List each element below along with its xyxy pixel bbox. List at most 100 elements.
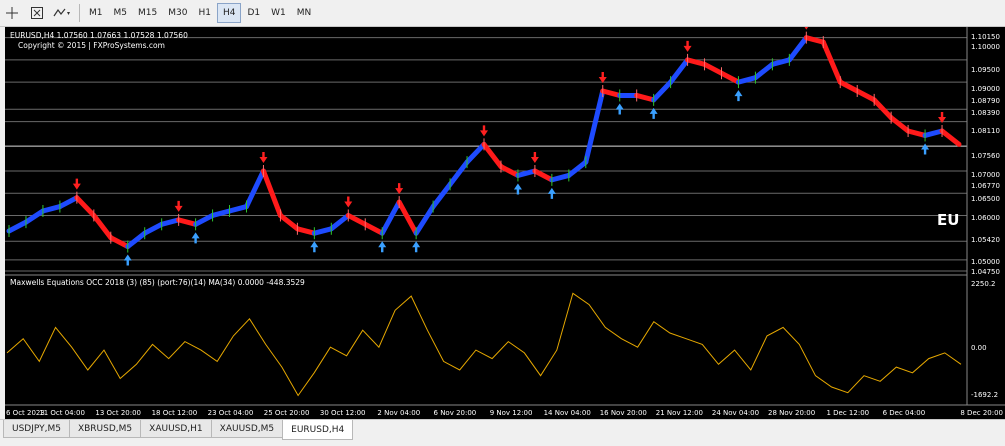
price-segment (464, 141, 487, 165)
price-segment (40, 204, 63, 214)
sell-arrow-icon (683, 40, 692, 52)
time-tick: 6 Dec 04:00 (883, 409, 926, 417)
indicator-tick: 0.00 (971, 344, 987, 352)
time-tick: 23 Oct 04:00 (208, 409, 254, 417)
buy-arrow-icon (310, 241, 319, 253)
price-segment (769, 57, 792, 67)
time-tick: 6 Nov 20:00 (434, 409, 477, 417)
price-segment (227, 204, 249, 214)
buy-arrow-icon (921, 143, 930, 155)
period-h1[interactable]: H1 (193, 3, 216, 23)
price-tick: 1.06500 (971, 195, 1000, 203)
tab-usdjpy-m5[interactable]: USDJPY,M5 (3, 420, 70, 438)
price-segment (702, 61, 724, 76)
price-segment (142, 221, 165, 236)
period-m5[interactable]: M5 (109, 3, 133, 23)
time-tick: 30 Oct 12:00 (320, 409, 366, 417)
time-axis: 6 Oct 202311 Oct 04:00 13 Oct 20:00 18 Oct… (6, 409, 1003, 417)
price-segment (294, 226, 317, 236)
sell-arrow-icon (344, 196, 353, 208)
sell-arrow-icon (530, 152, 539, 163)
price-segment (413, 204, 436, 236)
price-segment (786, 35, 809, 63)
price-segment (210, 208, 233, 218)
tab-eurusd-h4[interactable]: EURUSD,H4 (282, 420, 354, 440)
price-tick: 1.09500 (971, 66, 1000, 74)
price-tick: 1.08110 (971, 127, 1000, 135)
price-segment (23, 208, 46, 225)
indicator-line (6, 292, 962, 397)
period-h4[interactable]: H4 (216, 3, 242, 23)
sell-arrow-icon (804, 27, 809, 30)
chart-tabs: USDJPY,M5 XBRUSD,M5 XAUUSD,H1 XAUUSD,M5 … (0, 419, 1005, 446)
price-segment (634, 92, 657, 103)
price-segment (430, 181, 453, 210)
period-w1[interactable]: W1 (266, 3, 291, 23)
buy-arrow-icon (615, 103, 624, 115)
time-tick: 21 Nov 12:00 (656, 409, 703, 417)
price-segment (905, 128, 928, 138)
period-settings-icon[interactable] (25, 3, 49, 23)
time-tick: 16 Nov 20:00 (600, 409, 647, 417)
toolbar-separator (79, 4, 80, 22)
price-segment (735, 75, 758, 85)
templates-icon[interactable] (50, 3, 74, 23)
price-segment (515, 168, 538, 178)
time-tick: 2 Nov 04:00 (377, 409, 420, 417)
period-m30[interactable]: M30 (163, 3, 192, 23)
price-tick: 1.10150 (971, 33, 1000, 41)
price-segment (125, 230, 148, 250)
price-segment (74, 195, 97, 218)
price-chart[interactable]: EURUSD,H4 1.07560 1.07663 1.07528 1.0756… (5, 27, 1005, 419)
indicator-axis: 2250.2 0.00 -1692.2 (971, 280, 998, 399)
price-segment (752, 61, 775, 81)
price-segment (668, 57, 691, 85)
period-m15[interactable]: M15 (133, 3, 162, 23)
tab-xbrusd-m5[interactable]: XBRUSD,M5 (68, 420, 142, 438)
period-d1[interactable]: D1 (242, 3, 265, 23)
price-segment (362, 221, 385, 236)
period-m1[interactable]: M1 (84, 3, 108, 23)
price-segment (803, 35, 826, 45)
time-tick: 28 Nov 20:00 (768, 409, 815, 417)
time-tick: 25 Oct 20:00 (264, 409, 310, 417)
time-tick: 24 Nov 04:00 (712, 409, 759, 417)
symbol-watermark: EU (937, 211, 959, 229)
time-tick: 11 Oct 04:00 (39, 409, 85, 417)
price-grid (5, 37, 967, 272)
price-tick: 1.10000 (971, 43, 1000, 51)
price-segment (549, 172, 572, 183)
crosshair-icon[interactable] (0, 3, 24, 23)
time-tick: 1 Dec 12:00 (826, 409, 869, 417)
price-segment (583, 88, 606, 165)
price-tick: 1.05420 (971, 236, 1000, 244)
period-mn[interactable]: MN (292, 3, 317, 23)
price-tick: 1.07000 (971, 171, 1000, 179)
timeframe-toolbar: M1 M5 M15 M30 H1 H4 D1 W1 MN (0, 0, 1005, 27)
price-tick: 1.06000 (971, 214, 1000, 222)
indicator-series (6, 292, 962, 397)
price-segment (91, 212, 114, 241)
indicator-tick: -1692.2 (971, 391, 998, 399)
price-segment (600, 88, 623, 98)
buy-arrow-icon (378, 241, 387, 253)
price-tick: 1.08390 (971, 109, 1000, 117)
time-tick: 14 Nov 04:00 (544, 409, 591, 417)
time-tick: 18 Oct 12:00 (152, 409, 198, 417)
price-tick: 1.04750 (971, 268, 1000, 276)
price-segment (888, 115, 911, 134)
price-segment (685, 57, 708, 67)
chart-window[interactable]: EURUSD,H4 1.07560 1.07663 1.07528 1.0756… (5, 27, 1005, 419)
price-segment (345, 212, 368, 227)
tab-xauusd-h1[interactable]: XAUUSD,H1 (140, 420, 212, 438)
price-segment (57, 195, 80, 210)
price-segment (176, 217, 199, 227)
price-tick: 1.05000 (971, 258, 1000, 266)
price-series (6, 31, 962, 253)
sell-arrow-icon (480, 125, 488, 137)
sell-arrow-icon (72, 178, 81, 190)
price-segment (820, 39, 843, 85)
tab-xauusd-m5[interactable]: XAUUSD,M5 (210, 420, 284, 438)
price-axis: 1.10150 1.10000 1.09500 1.09000 1.08790 … (971, 33, 1000, 276)
copyright-text: Copyright © 2015 | FXProSystems.com (18, 41, 165, 50)
